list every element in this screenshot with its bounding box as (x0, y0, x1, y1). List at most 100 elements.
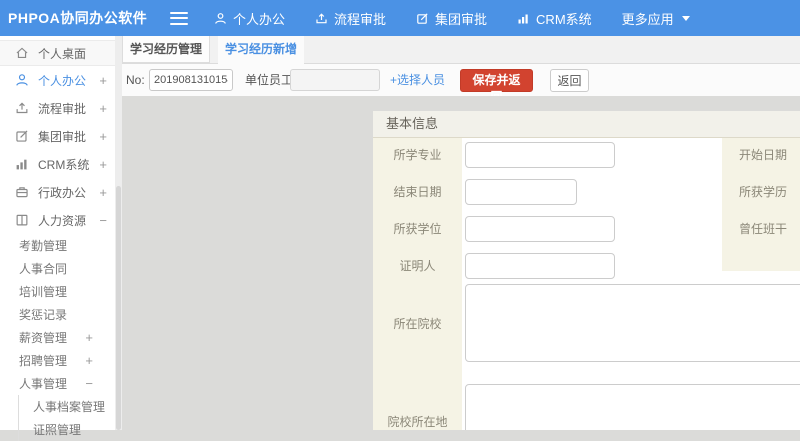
sidebar-item-label: 集团审批 (38, 129, 87, 144)
sidebar-item-personnel-mgmt[interactable]: 人事管理 − (0, 372, 115, 395)
sidebar-item-label: 招聘管理 (19, 354, 68, 368)
expand-icon[interactable]: + (85, 330, 93, 345)
sidebar-item-label: 奖惩记录 (19, 308, 68, 322)
sidebar-item-human-resources[interactable]: 人力资源 − (0, 206, 115, 234)
upload-icon (315, 12, 328, 25)
nav-item-label: 个人办公 (233, 11, 286, 27)
field-label-degree: 所获学位 (393, 222, 442, 236)
sidebar-item-label: 个人办公 (38, 73, 87, 88)
top-navbar: PHPOA协同办公软件 个人办公 流程审批 集团审批 CRM系统 更多应用 (0, 0, 800, 36)
tab-study-history-manage[interactable]: 学习经历管理 (122, 36, 210, 63)
book-icon (15, 213, 29, 227)
field-label-education: 所获学历 (739, 185, 788, 199)
expand-icon[interactable]: + (99, 185, 107, 200)
section-title: 基本信息 (373, 111, 800, 138)
user-icon (214, 12, 227, 25)
expand-icon[interactable]: + (99, 101, 107, 116)
content-area: 基本信息 所学专业 结束日期 所获学位 证明人 所在院校 院校所在地 开始日期 (122, 96, 800, 430)
major-input[interactable] (465, 142, 615, 168)
main-area: 学习经历管理 学习经历新增 No: 单位员工: +选择人员 保存并返回 返回 基… (122, 36, 800, 430)
sidebar-item-admin-office[interactable]: 行政办公 + (0, 178, 115, 206)
field-label-start-date: 开始日期 (739, 148, 788, 162)
sidebar-item-label: 流程审批 (38, 101, 87, 116)
no-input[interactable] (149, 69, 233, 91)
sidebar-item-group-approval[interactable]: 集团审批 + (0, 122, 115, 150)
app-logo: PHPOA协同办公软件 (8, 10, 148, 26)
sidebar-item-attendance-mgmt[interactable]: 考勤管理 (0, 234, 115, 257)
field-label-school: 所在院校 (393, 316, 442, 331)
sidebar-item-label: 个人桌面 (38, 46, 87, 61)
nav-item-label: 集团审批 (435, 11, 488, 27)
field-label-certifier: 证明人 (399, 259, 436, 273)
field-label-major: 所学专业 (393, 148, 442, 162)
no-label: No: (126, 73, 145, 87)
upload-icon (15, 101, 29, 115)
bar-chart-icon (15, 157, 29, 171)
sidebar-item-hr-contract[interactable]: 人事合同 (0, 257, 115, 280)
degree-input[interactable] (465, 216, 615, 242)
nav-item-group-approval[interactable]: 集团审批 (416, 9, 487, 28)
navbar-menu: 个人办公 流程审批 集团审批 CRM系统 更多应用 (214, 9, 720, 28)
home-icon (15, 46, 29, 60)
user-icon (15, 73, 29, 87)
collapse-icon[interactable]: − (85, 376, 93, 391)
sidebar-item-salary-mgmt[interactable]: 薪资管理 + (0, 326, 115, 349)
sidebar-item-personal-desktop[interactable]: 个人桌面 (0, 40, 115, 66)
select-personnel-link[interactable]: +选择人员 (390, 64, 445, 96)
form-body: 所学专业 结束日期 所获学位 证明人 所在院校 院校所在地 开始日期 所获学历 … (373, 138, 800, 430)
sidebar-item-recruit-mgmt[interactable]: 招聘管理 + (0, 349, 115, 372)
briefcase-icon (15, 185, 29, 199)
field-label-end-date: 结束日期 (393, 185, 442, 199)
school-location-textarea[interactable] (465, 384, 800, 430)
sidebar-subgroup-personnel: 人事档案管理 证照管理 (18, 395, 115, 441)
nav-item-label: 更多应用 (621, 11, 674, 27)
chevron-down-icon (681, 15, 690, 21)
sidebar-item-label: 人力资源 (38, 213, 87, 228)
sidebar-item-training-mgmt[interactable]: 培训管理 (0, 280, 115, 303)
expand-icon[interactable]: + (99, 157, 107, 172)
sidebar-item-reward-punishment[interactable]: 奖惩记录 (0, 303, 115, 326)
bar-chart-icon (517, 12, 530, 25)
sidebar-item-label: CRM系统 (38, 157, 90, 172)
end-date-input[interactable] (465, 179, 577, 205)
nav-item-label: 流程审批 (334, 11, 387, 27)
scrollbar-thumb[interactable] (116, 186, 121, 430)
field-label-school-location: 院校所在地 (387, 415, 448, 429)
tab-bar: 学习经历管理 学习经历新增 (122, 36, 800, 64)
edit-icon (15, 129, 29, 143)
sidebar: 个人桌面 个人办公 + 流程审批 + 集团审批 + CRM系统 + 行政办公 +… (0, 36, 115, 441)
sidebar-item-label: 人事管理 (19, 377, 68, 391)
form-toolbar: No: 单位员工: +选择人员 保存并返回 返回 (122, 64, 800, 104)
sidebar-item-label: 行政办公 (38, 185, 87, 200)
sidebar-item-label: 薪资管理 (19, 331, 68, 345)
hamburger-menu-icon[interactable] (170, 11, 188, 25)
nav-item-workflow-approval[interactable]: 流程审批 (315, 9, 386, 28)
nav-item-more-apps[interactable]: 更多应用 (622, 9, 690, 28)
sidebar-item-label: 人事合同 (19, 262, 68, 276)
edit-icon (416, 12, 429, 25)
expand-icon[interactable]: + (99, 129, 107, 144)
expand-icon[interactable]: + (99, 73, 107, 88)
nav-item-personal-office[interactable]: 个人办公 (214, 9, 285, 28)
sidebar-item-personnel-archive[interactable]: 人事档案管理 (19, 395, 115, 418)
nav-item-label: CRM系统 (536, 11, 592, 27)
sidebar-item-personal-office[interactable]: 个人办公 + (0, 66, 115, 94)
certifier-input[interactable] (465, 253, 615, 279)
back-button[interactable]: 返回 (550, 69, 589, 92)
school-textarea[interactable] (465, 284, 800, 362)
sidebar-item-label: 人事档案管理 (33, 400, 106, 414)
employee-label: 单位员工: (245, 73, 297, 87)
sidebar-item-workflow-approval[interactable]: 流程审批 + (0, 94, 115, 122)
sidebar-item-crm-system[interactable]: CRM系统 + (0, 150, 115, 178)
field-label-class-cadre: 曾任班干 (739, 222, 788, 236)
employee-input[interactable] (290, 69, 380, 91)
nav-item-crm-system[interactable]: CRM系统 (517, 9, 592, 28)
sidebar-scrollbar[interactable] (115, 36, 122, 430)
basic-info-panel: 基本信息 所学专业 结束日期 所获学位 证明人 所在院校 院校所在地 开始日期 (373, 111, 800, 430)
tab-study-history-new[interactable]: 学习经历新增 (218, 36, 304, 64)
save-and-return-button[interactable]: 保存并返回 (460, 69, 533, 104)
collapse-icon[interactable]: − (99, 213, 107, 228)
sidebar-item-label: 培训管理 (19, 285, 68, 299)
sidebar-item-label: 考勤管理 (19, 239, 68, 253)
expand-icon[interactable]: + (85, 353, 93, 368)
